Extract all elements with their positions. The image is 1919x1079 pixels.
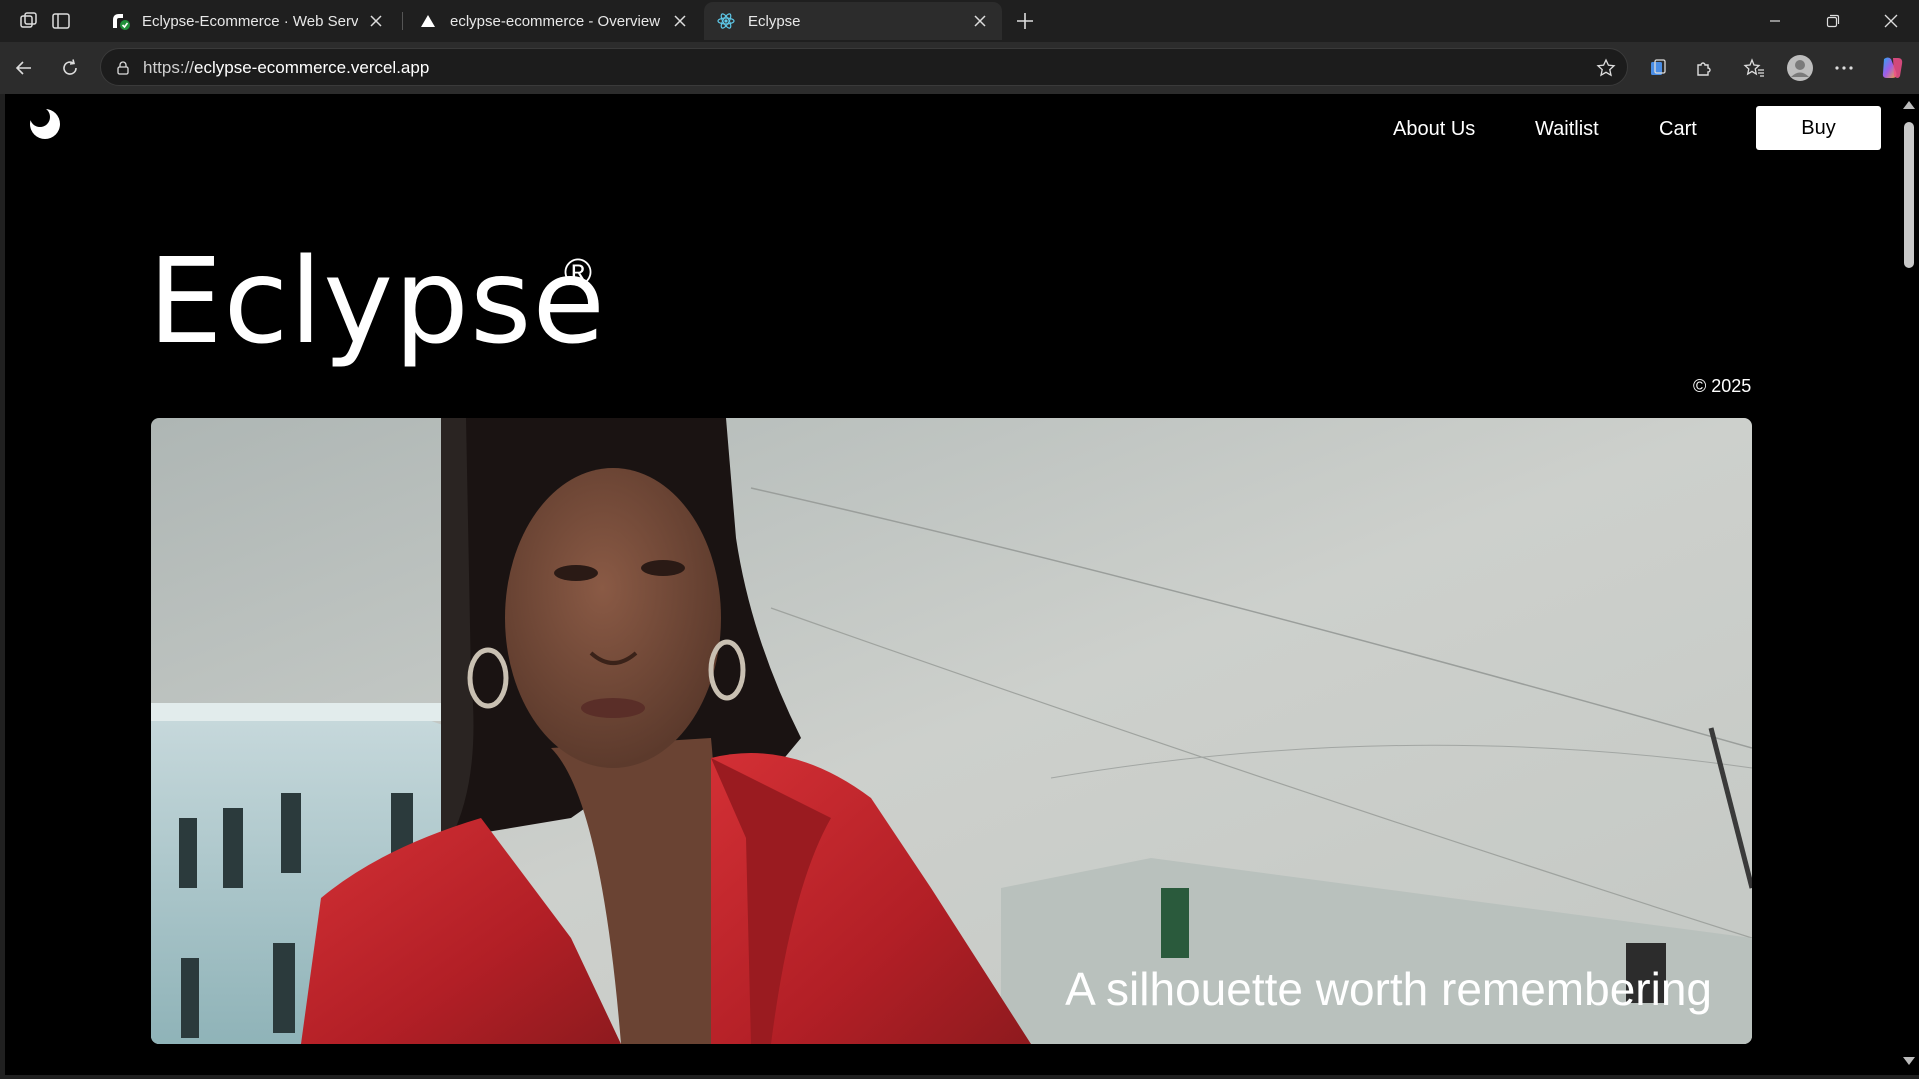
copyright-text: © 2025 [1693,376,1752,396]
favorites-icon[interactable] [1738,52,1770,84]
minimize-button[interactable] [1747,0,1803,42]
favorite-star-icon[interactable] [1595,57,1617,79]
restore-button[interactable] [1805,0,1861,42]
tab-separator [402,12,403,30]
eclypse-logo-icon[interactable] [29,107,61,140]
react-atom-icon [716,11,736,31]
url-text: https://eclypse-ecommerce.vercel.app [143,58,429,78]
more-menu-icon[interactable] [1828,52,1860,84]
profile-avatar-icon[interactable] [1784,52,1816,84]
scroll-down-arrow-icon[interactable] [1903,1057,1915,1065]
reading-view-icon[interactable] [1642,52,1674,84]
close-icon[interactable] [670,11,690,31]
nav-cart[interactable]: Cart [1659,118,1697,141]
vercel-triangle-icon [418,11,438,31]
render-icon [110,11,130,31]
hero-caption: A silhouette worth remembering [1065,963,1712,1015]
close-window-button[interactable] [1863,0,1919,42]
lock-icon[interactable] [113,58,133,78]
browser-toolbar: https://eclypse-ecommerce.vercel.app [0,42,1919,94]
close-icon[interactable] [970,11,990,31]
brand-heading: Eclypse [148,232,607,370]
tab-eclypse[interactable]: Eclypse [704,2,1002,40]
registered-mark: ® [564,252,592,294]
back-button[interactable] [8,52,40,84]
scrollbar-thumb[interactable] [1904,122,1914,268]
hero-photo [151,418,1752,1044]
close-icon[interactable] [366,11,386,31]
vertical-tabs-icon[interactable] [48,8,74,34]
hero-video-frame: A silhouette worth remembering [151,418,1752,1044]
url-scheme: https:// [143,58,195,77]
copilot-icon[interactable] [1876,52,1908,84]
page-viewport: About Us Waitlist Cart Buy Eclypse ® © 2… [5,94,1899,1075]
extensions-icon[interactable] [1688,52,1720,84]
url-host: eclypse-ecommerce.vercel.app [194,58,430,77]
tab-title: Eclypse [748,12,801,30]
tab-render[interactable]: Eclypse-Ecommerce · Web Servic [98,2,398,40]
tab-title: Eclypse-Ecommerce · Web Servic [142,12,358,30]
address-bar[interactable]: https://eclypse-ecommerce.vercel.app [100,48,1628,86]
scroll-up-arrow-icon[interactable] [1903,101,1915,109]
page-scrollbar[interactable] [1899,94,1919,1075]
nav-waitlist[interactable]: Waitlist [1535,118,1599,141]
tab-strip: Eclypse-Ecommerce · Web Servic eclypse-e… [0,0,1919,42]
new-tab-button[interactable] [1010,6,1040,36]
tab-title: eclypse-ecommerce - Overview – [450,12,662,30]
nav-about-us[interactable]: About Us [1393,118,1475,141]
workspaces-icon[interactable] [16,8,42,34]
refresh-button[interactable] [54,52,86,84]
tab-vercel[interactable]: eclypse-ecommerce - Overview – [406,2,702,40]
buy-button[interactable]: Buy [1756,106,1881,150]
